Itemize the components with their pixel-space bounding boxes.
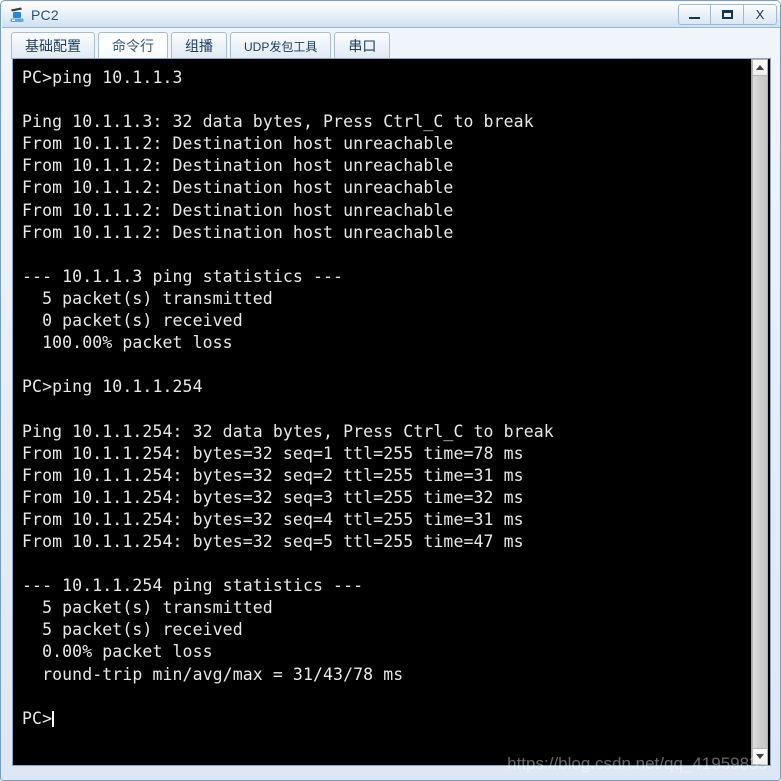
tab-bar: 基础配置 命令行 组播 UDP发包工具 串口 [11,31,771,59]
window-title: PC2 [31,6,59,23]
minimize-icon [689,17,700,19]
text-cursor [52,710,55,727]
terminal-text: PC>ping 10.1.1.3 Ping 10.1.1.3: 32 data … [22,68,554,684]
pc2-window: PC2 X 基础配置 命令行 组播 UDP发包工具 串口 PC>ping 10.… [0,0,781,781]
tab-label: 串口 [348,38,377,54]
tab-label: UDP发包工具 [244,39,318,54]
minimize-button[interactable] [678,4,711,25]
scroll-up-arrow-icon [756,65,764,70]
scroll-down-button[interactable] [752,748,768,765]
tab-serial-port[interactable]: 串口 [334,32,391,59]
terminal-prompt: PC> [22,708,53,728]
tab-udp-tool[interactable]: UDP发包工具 [230,32,332,59]
vertical-scrollbar[interactable] [751,59,768,765]
terminal-output: PC>ping 10.1.1.3 Ping 10.1.1.3: 32 data … [13,59,554,730]
pc-device-icon [8,6,26,24]
tab-multicast[interactable]: 组播 [171,32,227,59]
title-bar: PC2 X [2,2,780,28]
terminal-console[interactable]: PC>ping 10.1.1.3 Ping 10.1.1.3: 32 data … [12,58,771,766]
tab-command-line[interactable]: 命令行 [98,32,168,59]
maximize-icon [721,10,733,19]
tab-label: 组播 [185,38,213,54]
close-icon: X [755,7,765,22]
scroll-down-arrow-icon [756,754,764,759]
tab-label: 命令行 [112,38,154,54]
tab-label: 基础配置 [25,38,81,54]
window-controls: X [678,4,777,25]
scrollbar-thumb[interactable] [752,76,768,748]
scroll-up-button[interactable] [752,59,768,76]
close-button[interactable]: X [744,4,777,25]
maximize-button[interactable] [711,4,744,25]
tab-basic-config[interactable]: 基础配置 [11,32,95,59]
